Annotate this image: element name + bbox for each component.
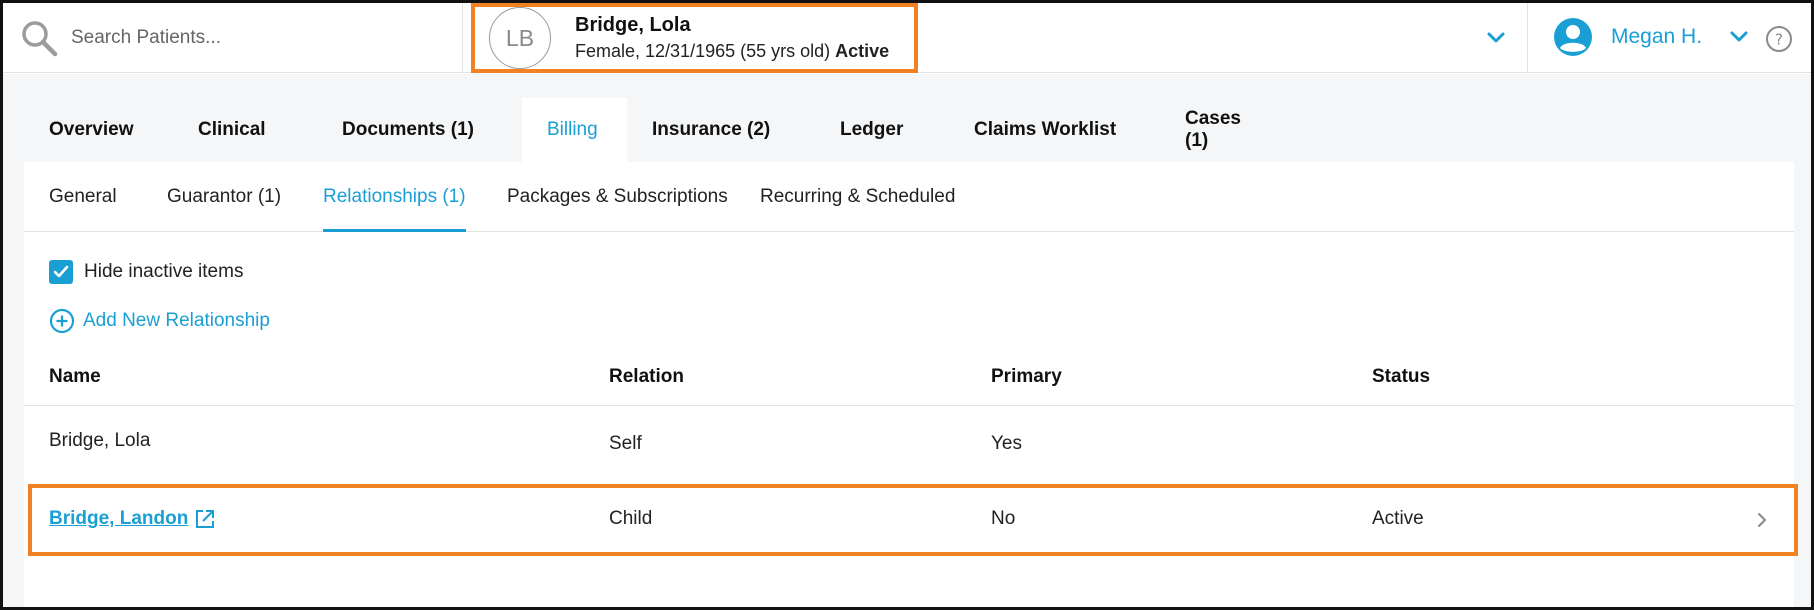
subtab-relationships[interactable]: Relationships (1) bbox=[323, 186, 466, 232]
plus-circle-icon bbox=[49, 308, 75, 334]
subtab-guarantor[interactable]: Guarantor (1) bbox=[167, 186, 281, 232]
hide-inactive-filter[interactable]: Hide inactive items bbox=[49, 260, 243, 284]
patient-status: Active bbox=[835, 41, 890, 61]
search-input[interactable] bbox=[71, 27, 431, 49]
patient-name: Bridge, Lola bbox=[575, 14, 691, 36]
row-name: Bridge, Lola bbox=[49, 430, 151, 451]
main-tabs: Overview Clinical Documents (1) Billing … bbox=[24, 98, 1290, 162]
hide-inactive-label: Hide inactive items bbox=[84, 261, 244, 282]
chevron-right-icon[interactable] bbox=[1752, 510, 1772, 530]
column-header-relation[interactable]: Relation bbox=[609, 366, 684, 388]
column-header-primary[interactable]: Primary bbox=[991, 366, 1062, 388]
row-name: Bridge, Landon bbox=[49, 508, 216, 530]
patient-link[interactable]: Bridge, Landon bbox=[49, 508, 188, 529]
table-header: Name Relation Primary Status bbox=[24, 352, 1794, 406]
user-icon bbox=[1554, 18, 1592, 56]
subtab-general[interactable]: General bbox=[49, 186, 117, 232]
search-box bbox=[3, 3, 463, 73]
tab-overview[interactable]: Overview bbox=[24, 98, 173, 162]
row-status: Active bbox=[1372, 508, 1424, 529]
tab-cases[interactable]: Cases (1) bbox=[1160, 98, 1290, 162]
svg-text:?: ? bbox=[1775, 31, 1783, 49]
row-primary: No bbox=[991, 508, 1016, 529]
patient-details: Female, 12/31/1965 (55 yrs old) Active bbox=[575, 41, 889, 62]
patient-avatar: LB bbox=[489, 7, 551, 69]
hide-inactive-checkbox[interactable] bbox=[49, 260, 73, 284]
add-relationship-label: Add New Relationship bbox=[83, 310, 270, 331]
sub-tabs: General Guarantor (1) Relationships (1) … bbox=[24, 162, 1794, 232]
page-body: Overview Clinical Documents (1) Billing … bbox=[3, 74, 1811, 607]
patient-demographics: Female, 12/31/1965 (55 yrs old) bbox=[575, 41, 831, 61]
tab-ledger[interactable]: Ledger bbox=[815, 98, 949, 162]
top-bar: LB Bridge, Lola Female, 12/31/1965 (55 y… bbox=[3, 3, 1811, 73]
table-row-selected[interactable]: Bridge, Landon Child No Active bbox=[28, 484, 1798, 556]
add-relationship-button[interactable]: Add New Relationship bbox=[49, 308, 270, 334]
row-relation: Child bbox=[609, 508, 653, 529]
external-link-icon[interactable] bbox=[194, 508, 216, 530]
patient-header[interactable]: LB Bridge, Lola Female, 12/31/1965 (55 y… bbox=[471, 3, 918, 73]
table-row: Bridge, Lola Self Yes bbox=[24, 407, 1794, 477]
search-icon[interactable] bbox=[19, 18, 59, 58]
row-primary: Yes bbox=[991, 433, 1022, 454]
user-menu[interactable]: Megan H. bbox=[1553, 17, 1752, 57]
subtab-packages-subscriptions[interactable]: Packages & Subscriptions bbox=[507, 186, 728, 232]
column-header-name[interactable]: Name bbox=[49, 366, 101, 388]
row-relation: Self bbox=[609, 433, 642, 454]
patient-info: Bridge, Lola Female, 12/31/1965 (55 yrs … bbox=[575, 14, 889, 62]
help-icon[interactable]: ? bbox=[1765, 25, 1793, 53]
tab-documents[interactable]: Documents (1) bbox=[317, 98, 522, 162]
chevron-down-icon bbox=[1730, 31, 1748, 42]
user-name: Megan H. bbox=[1611, 25, 1703, 48]
check-icon bbox=[53, 265, 69, 278]
header-divider bbox=[1527, 3, 1528, 73]
subtab-recurring-scheduled[interactable]: Recurring & Scheduled bbox=[760, 186, 955, 232]
billing-panel: General Guarantor (1) Relationships (1) … bbox=[24, 162, 1798, 607]
tab-clinical[interactable]: Clinical bbox=[173, 98, 317, 162]
tab-billing[interactable]: Billing bbox=[522, 98, 627, 162]
chevron-down-icon[interactable] bbox=[1483, 25, 1509, 51]
tab-insurance[interactable]: Insurance (2) bbox=[627, 98, 815, 162]
column-header-status[interactable]: Status bbox=[1372, 366, 1430, 388]
tab-claims-worklist[interactable]: Claims Worklist bbox=[949, 98, 1160, 162]
